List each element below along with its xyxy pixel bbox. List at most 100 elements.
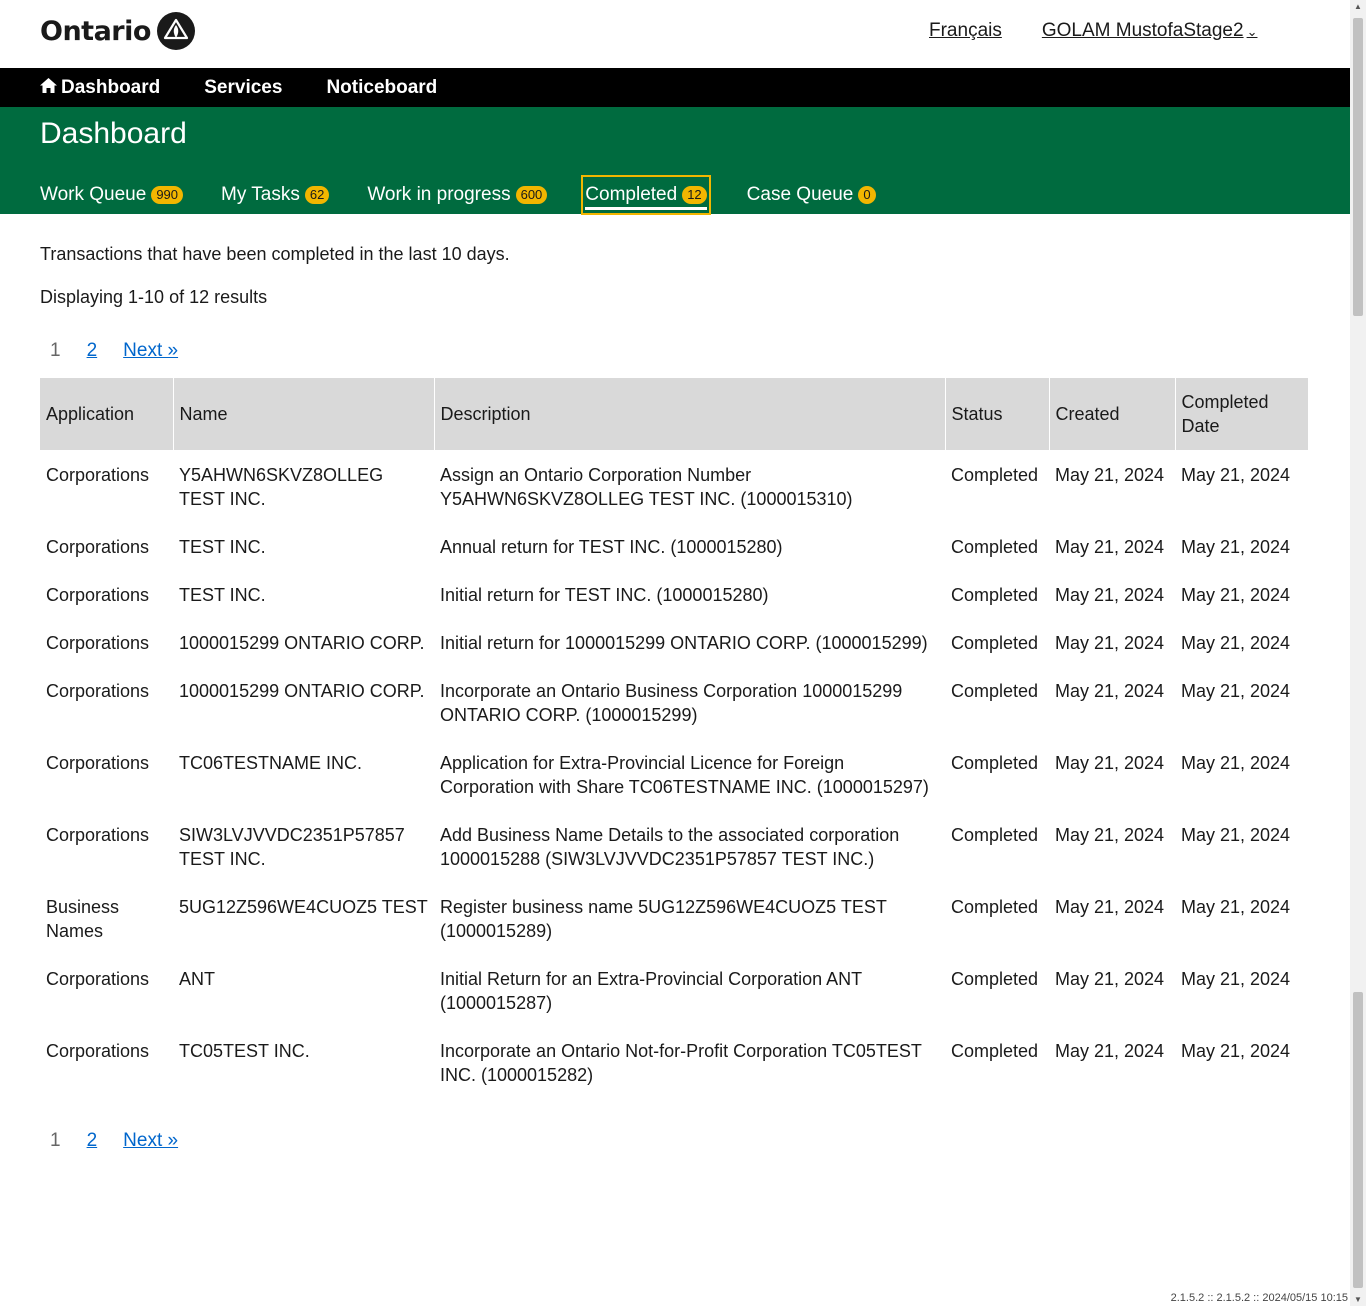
cell-status: Completed (951, 681, 1039, 701)
table-row[interactable]: Corporations TC06TESTNAME INC. Application… (40, 738, 1308, 810)
scroll-thumb[interactable] (1353, 18, 1363, 316)
scroll-thumb-lower[interactable] (1353, 992, 1363, 1288)
pagination-bottom: 1 2 Next » (40, 1126, 1308, 1156)
page-2-link[interactable]: 2 (87, 340, 98, 362)
tab-label: My Tasks (221, 184, 300, 205)
cell-application: Corporations (46, 753, 150, 773)
count-badge: 62 (304, 186, 330, 204)
current-page: 1 (50, 1130, 61, 1151)
nav-services[interactable]: Services (204, 77, 282, 99)
cell-status: Completed (951, 465, 1039, 485)
nav-noticeboard[interactable]: Noticeboard (326, 77, 437, 99)
table-row[interactable]: Corporations Y5AHWN6SKVZ8OLLEG TEST INC. A… (40, 450, 1308, 522)
user-menu[interactable]: GOLAM MustofaStage2 ⌄ (1042, 20, 1258, 42)
cell-application: Corporations (46, 537, 150, 557)
cell-name: SIW3LVJVVDC2351P57857 TEST INC. (179, 825, 405, 869)
scroll-up-icon[interactable]: ▲ (1354, 2, 1362, 11)
cell-description: Assign an Ontario Corporation Number Y5A… (440, 465, 853, 509)
nav-dashboard[interactable]: Dashboard (40, 77, 160, 99)
cell-status: Completed (951, 585, 1039, 605)
tab-work-in-progress[interactable]: Work in progress 600 (367, 177, 548, 213)
tab-label: Completed (585, 184, 678, 205)
cell-name: TEST INC. (179, 585, 266, 605)
cell-name: TC05TEST INC. (179, 1041, 310, 1061)
cell-name: 1000015299 ONTARIO CORP. (179, 681, 425, 701)
cell-completed-date: May 21, 2024 (1181, 585, 1291, 605)
cell-description: Initial return for 1000015299 ONTARIO CO… (440, 633, 928, 653)
cell-application: Corporations (46, 969, 150, 989)
cell-status: Completed (951, 753, 1039, 773)
chevron-down-icon: ⌄ (1246, 24, 1258, 39)
table-row[interactable]: Corporations TEST INC. Annual return for T… (40, 522, 1308, 570)
cell-created: May 21, 2024 (1055, 969, 1165, 989)
cell-status: Completed (951, 633, 1039, 653)
table-row[interactable]: Corporations 1000015299 ONTARIO CORP. Inco… (40, 666, 1308, 738)
cell-created: May 21, 2024 (1055, 465, 1165, 485)
cell-application: Business Names (46, 897, 120, 941)
cell-completed-date: May 21, 2024 (1181, 681, 1291, 701)
tab-label: Work in progress (367, 184, 511, 205)
cell-description: Application for Extra-Provincial Licence… (440, 753, 929, 797)
scroll-down-icon[interactable]: ▼ (1354, 1295, 1362, 1304)
column-header[interactable]: Name (173, 378, 435, 450)
cell-status: Completed (951, 969, 1039, 989)
count-badge: 600 (515, 186, 548, 204)
next-page-link[interactable]: Next » (123, 1130, 178, 1152)
column-header[interactable]: Created (1049, 378, 1176, 450)
cell-name: 1000015299 ONTARIO CORP. (179, 633, 425, 653)
count-badge: 12 (682, 186, 707, 204)
table-row[interactable]: Corporations TC05TEST INC. Incorporate an … (40, 1026, 1308, 1098)
cell-application: Corporations (46, 585, 150, 605)
cell-created: May 21, 2024 (1055, 897, 1165, 917)
table-row[interactable]: Corporations TEST INC. Initial return for … (40, 570, 1308, 618)
tab-label: Work Queue (40, 184, 147, 205)
site-header: Ontario Français GOLAM MustofaStage2 ⌄ (0, 0, 1350, 68)
count-badge: 990 (151, 186, 184, 204)
table-row[interactable]: Corporations ANT Initial Return for an Ext… (40, 954, 1308, 1026)
cell-created: May 21, 2024 (1055, 753, 1165, 773)
cell-created: May 21, 2024 (1055, 537, 1165, 557)
cell-description: Incorporate an Ontario Not-for-Profit Co… (440, 1041, 922, 1085)
intro-text: Transactions that have been completed in… (40, 244, 510, 264)
table-row[interactable]: Business Names 5UG12Z596WE4CUOZ5 TEST Regi… (40, 882, 1308, 954)
user-menu-label: GOLAM MustofaStage2 (1041, 20, 1244, 41)
column-header[interactable]: Status (945, 378, 1050, 450)
table-row[interactable]: Corporations 1000015299 ONTARIO CORP. Init… (40, 618, 1308, 666)
version-label: 2.1.5.2 :: 2.1.5.2 :: 2024/05/15 10:15 (1170, 1292, 1348, 1304)
column-header[interactable]: Completed Date (1175, 378, 1308, 450)
tab-work-queue[interactable]: Work Queue 990 (40, 177, 184, 213)
cell-status: Completed (951, 1041, 1039, 1061)
cell-status: Completed (951, 537, 1039, 557)
cell-application: Corporations (46, 465, 150, 485)
page-2-link[interactable]: 2 (87, 1130, 98, 1152)
page-scrollbar[interactable]: ▲ ▼ (1350, 0, 1366, 1306)
cell-completed-date: May 21, 2024 (1181, 537, 1291, 557)
ontario-logo[interactable]: Ontario (40, 12, 195, 50)
tab-case-queue[interactable]: Case Queue 0 (747, 177, 876, 213)
count-badge: 0 (858, 186, 876, 204)
cell-created: May 21, 2024 (1055, 585, 1165, 605)
cell-completed-date: May 21, 2024 (1181, 753, 1291, 773)
logo-text: Ontario (40, 15, 151, 47)
column-header[interactable]: Description (434, 378, 946, 450)
cell-description: Initial return for TEST INC. (1000015280… (440, 585, 769, 605)
main-content: Transactions that have been completed in… (40, 214, 1308, 1156)
cell-application: Corporations (46, 1041, 150, 1061)
nav-dashboard-label: Dashboard (61, 76, 161, 98)
language-link[interactable]: Français (929, 20, 1002, 42)
cell-completed-date: May 21, 2024 (1181, 897, 1291, 917)
table-header-row: Application Name Description Status Crea… (40, 378, 1308, 450)
main-nav: Dashboard Services Noticeboard (0, 68, 1350, 107)
tab-my-tasks[interactable]: My Tasks 62 (221, 177, 330, 213)
next-page-link[interactable]: Next » (123, 340, 178, 362)
table-row[interactable]: Corporations SIW3LVJVVDC2351P57857 TEST I… (40, 810, 1308, 882)
page-title: Dashboard (40, 117, 187, 150)
cell-completed-date: May 21, 2024 (1181, 1041, 1291, 1061)
column-header[interactable]: Application (40, 378, 174, 450)
cell-created: May 21, 2024 (1055, 681, 1165, 701)
tab-completed[interactable]: Completed 12 (581, 175, 711, 215)
cell-name: Y5AHWN6SKVZ8OLLEG TEST INC. (179, 465, 384, 509)
cell-created: May 21, 2024 (1055, 825, 1165, 845)
cell-created: May 21, 2024 (1055, 633, 1165, 653)
cell-completed-date: May 21, 2024 (1181, 633, 1291, 653)
